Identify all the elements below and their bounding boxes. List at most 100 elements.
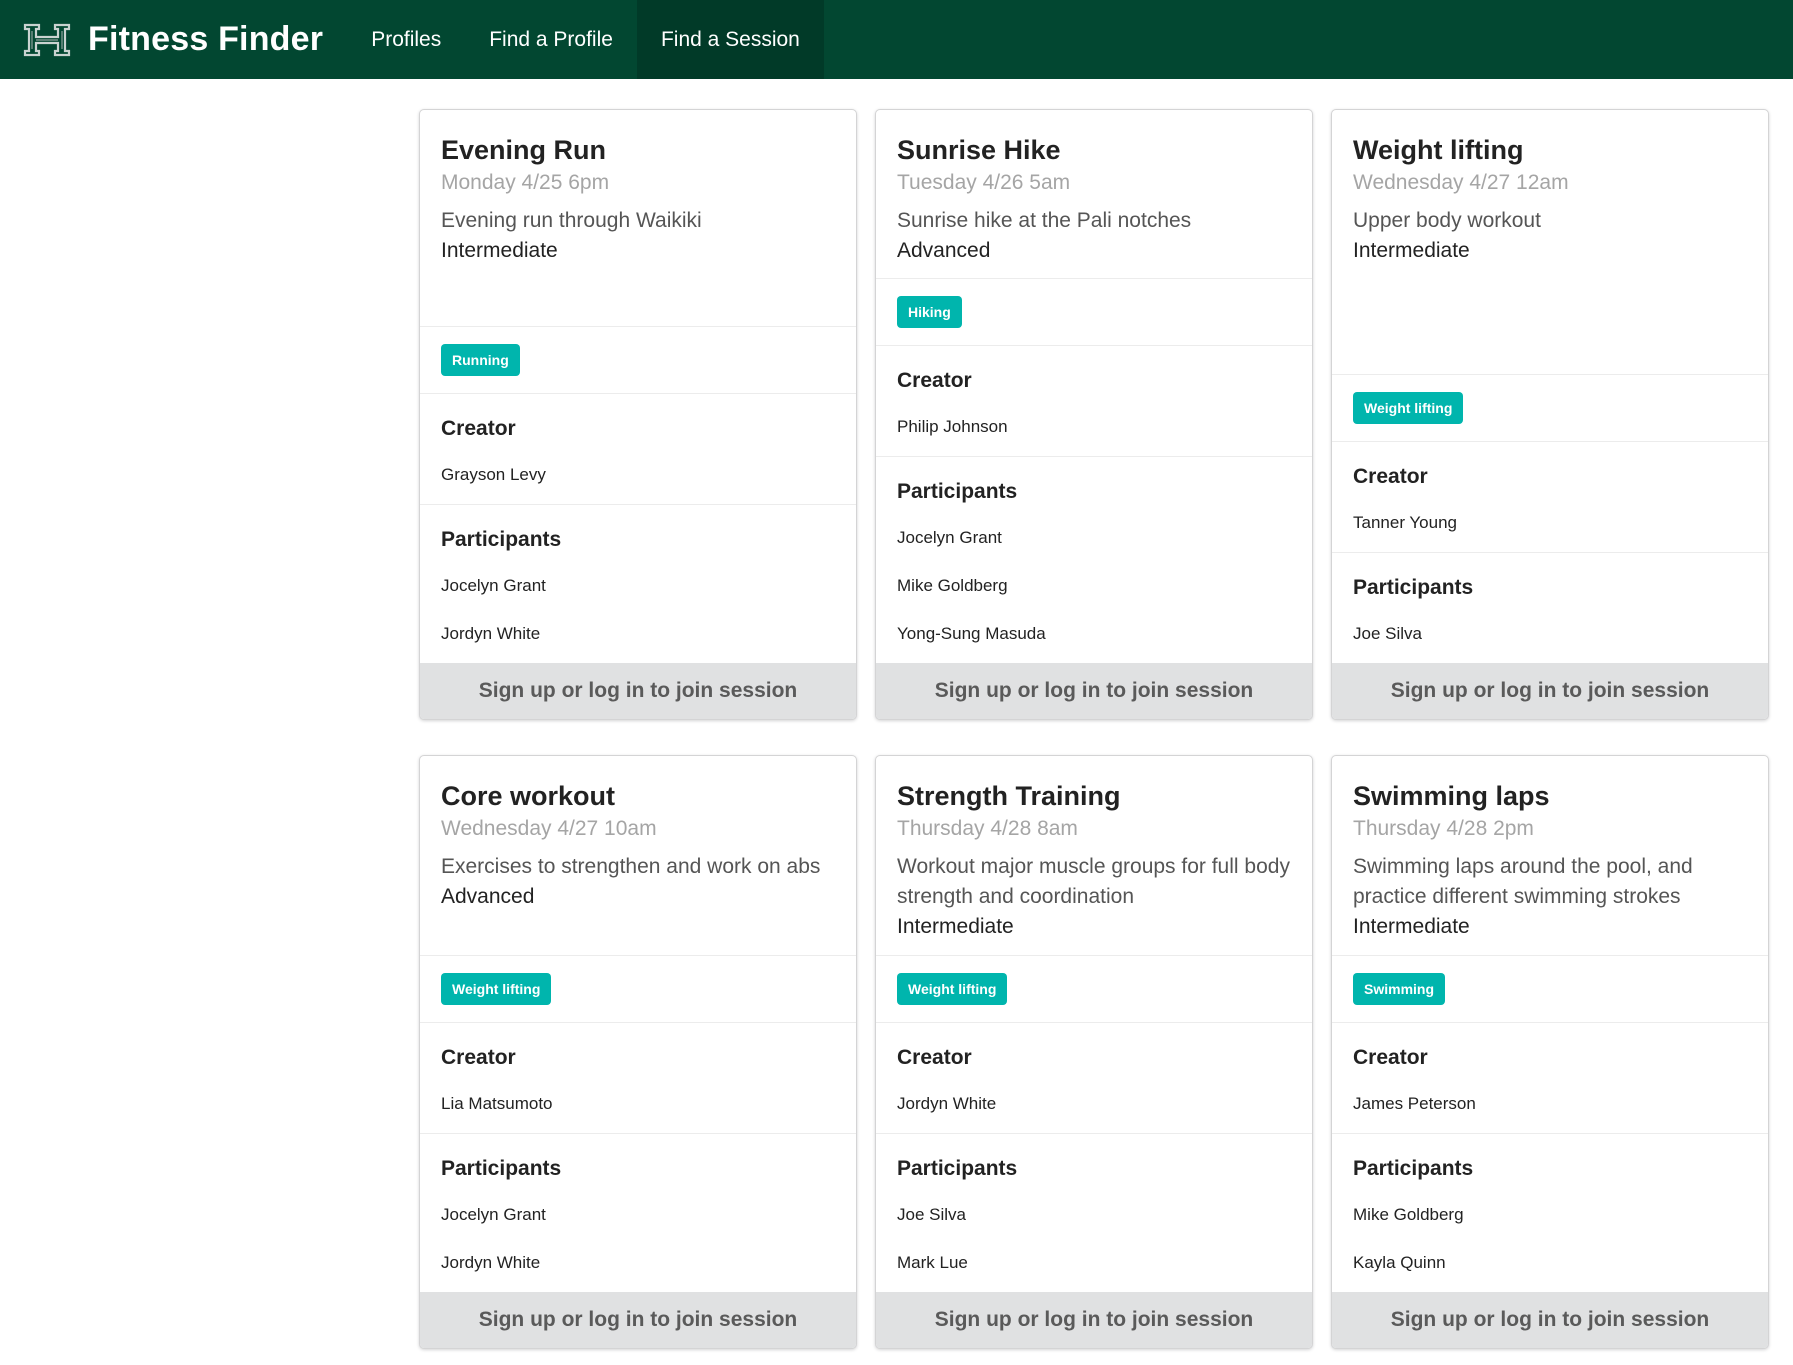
creator-name: Lia Matsumoto [441, 1094, 553, 1113]
brand-title: Fitness Finder [88, 20, 324, 58]
session-title: Weight lifting [1353, 135, 1524, 165]
participant-name: Jordyn White [441, 1253, 541, 1272]
participants-heading: Participants [1353, 576, 1474, 599]
session-level: Intermediate [897, 915, 1014, 938]
tag-section: Weight lifting [420, 955, 856, 1022]
creator-name: Philip Johnson [897, 417, 1008, 436]
participant-name: Joe Silva [897, 1205, 966, 1224]
session-level: Intermediate [441, 239, 558, 262]
participant-name: Yong-Sung Masuda [897, 624, 1046, 643]
creator-section: Creator Tanner Young [1332, 441, 1768, 552]
creator-section: Creator James Peterson [1332, 1022, 1768, 1133]
session-time: Monday 4/25 6pm [441, 171, 610, 194]
participant-name: Jocelyn Grant [441, 1205, 546, 1224]
activity-tag[interactable]: Running [441, 344, 520, 376]
brand-home-link[interactable]: Fitness Finder [22, 0, 323, 79]
activity-tag[interactable]: Weight lifting [1353, 392, 1464, 424]
tag-section: Running [420, 326, 856, 393]
creator-heading: Creator [897, 1046, 972, 1069]
join-session-button[interactable]: Sign up or log in to join session [420, 1292, 856, 1348]
tag-section: Weight lifting [876, 955, 1312, 1022]
creator-section: Creator Lia Matsumoto [420, 1022, 856, 1133]
creator-heading: Creator [441, 417, 516, 440]
creator-heading: Creator [897, 369, 972, 392]
creator-name: Tanner Young [1353, 513, 1457, 532]
session-time: Wednesday 4/27 10am [441, 817, 657, 840]
creator-name: Jordyn White [897, 1094, 997, 1113]
join-session-button[interactable]: Sign up or log in to join session [876, 1292, 1312, 1348]
session-time: Thursday 4/28 2pm [1353, 817, 1534, 840]
participant-name: Jocelyn Grant [441, 576, 546, 595]
session-description: Workout major muscle groups for full bod… [897, 855, 1290, 908]
session-time: Tuesday 4/26 5am [897, 171, 1071, 194]
participants-section: Participants Jocelyn Grant Mike Goldberg… [876, 456, 1312, 663]
card-content: Sunrise Hike Tuesday 4/26 5am Sunrise hi… [876, 110, 1312, 278]
participant-name: Mike Goldberg [1353, 1205, 1464, 1224]
session-title: Sunrise Hike [897, 135, 1061, 165]
join-session-button[interactable]: Sign up or log in to join session [876, 663, 1312, 719]
university-logo-icon [23, 23, 71, 56]
session-card: Strength Training Thursday 4/28 8am Work… [875, 755, 1313, 1349]
top-navbar: Fitness Finder Profiles Find a Profile F… [0, 0, 1793, 79]
participant-name: Jocelyn Grant [897, 528, 1002, 547]
participant-name: Jordyn White [441, 624, 541, 643]
participant-name: Joe Silva [1353, 624, 1422, 643]
session-card: Sunrise Hike Tuesday 4/26 5am Sunrise hi… [875, 109, 1313, 720]
session-title: Evening Run [441, 135, 607, 165]
creator-section: Creator Jordyn White [876, 1022, 1312, 1133]
tag-section: Weight lifting [1332, 374, 1768, 441]
session-level: Advanced [897, 239, 991, 262]
participants-heading: Participants [441, 528, 562, 551]
card-content: Swimming laps Thursday 4/28 2pm Swimming… [1332, 756, 1768, 955]
session-title: Strength Training [897, 781, 1121, 811]
session-description: Swimming laps around the pool, and pract… [1353, 855, 1693, 908]
nav-profiles[interactable]: Profiles [347, 0, 465, 79]
activity-tag[interactable]: Hiking [897, 296, 962, 328]
nav-menu: Profiles Find a Profile Find a Session [347, 0, 824, 79]
join-session-button[interactable]: Sign up or log in to join session [1332, 1292, 1768, 1348]
card-content: Weight lifting Wednesday 4/27 12am Upper… [1332, 110, 1768, 374]
participants-section: Participants Jocelyn Grant Jordyn White [420, 1133, 856, 1292]
session-card: Core workout Wednesday 4/27 10am Exercis… [419, 755, 857, 1349]
tag-section: Hiking [876, 278, 1312, 345]
creator-section: Creator Philip Johnson [876, 345, 1312, 456]
join-session-button[interactable]: Sign up or log in to join session [420, 663, 856, 719]
join-session-button[interactable]: Sign up or log in to join session [1332, 663, 1768, 719]
nav-find-profile[interactable]: Find a Profile [465, 0, 637, 79]
activity-tag[interactable]: Swimming [1353, 973, 1446, 1005]
session-description: Exercises to strengthen and work on abs [441, 855, 821, 878]
creator-heading: Creator [441, 1046, 516, 1069]
session-level: Intermediate [1353, 239, 1470, 262]
participants-section: Participants Joe Silva [1332, 552, 1768, 663]
session-card: Evening Run Monday 4/25 6pm Evening run … [419, 109, 857, 720]
participants-section: Participants Joe Silva Mark Lue [876, 1133, 1312, 1292]
session-time: Thursday 4/28 8am [897, 817, 1078, 840]
creator-heading: Creator [1353, 1046, 1428, 1069]
card-content: Evening Run Monday 4/25 6pm Evening run … [420, 110, 856, 326]
session-title: Core workout [441, 781, 616, 811]
participants-heading: Participants [897, 480, 1018, 503]
creator-heading: Creator [1353, 465, 1428, 488]
participants-heading: Participants [1353, 1157, 1474, 1180]
card-content: Core workout Wednesday 4/27 10am Exercis… [420, 756, 856, 955]
creator-name: James Peterson [1353, 1094, 1476, 1113]
activity-tag[interactable]: Weight lifting [897, 973, 1008, 1005]
participants-heading: Participants [441, 1157, 562, 1180]
participant-name: Kayla Quinn [1353, 1253, 1446, 1272]
tag-section: Swimming [1332, 955, 1768, 1022]
session-level: Intermediate [1353, 915, 1470, 938]
participants-heading: Participants [897, 1157, 1018, 1180]
participant-name: Mike Goldberg [897, 576, 1008, 595]
card-content: Strength Training Thursday 4/28 8am Work… [876, 756, 1312, 955]
participants-section: Participants Mike Goldberg Kayla Quinn [1332, 1133, 1768, 1292]
session-card: Weight lifting Wednesday 4/27 12am Upper… [1331, 109, 1769, 720]
session-card: Swimming laps Thursday 4/28 2pm Swimming… [1331, 755, 1769, 1349]
session-title: Swimming laps [1353, 781, 1550, 811]
session-description: Upper body workout [1353, 209, 1541, 232]
activity-tag[interactable]: Weight lifting [441, 973, 552, 1005]
session-description: Evening run through Waikiki [441, 209, 702, 232]
nav-find-session[interactable]: Find a Session [636, 0, 824, 79]
creator-section: Creator Grayson Levy [420, 393, 856, 504]
session-level: Advanced [441, 885, 535, 908]
creator-name: Grayson Levy [441, 465, 546, 484]
